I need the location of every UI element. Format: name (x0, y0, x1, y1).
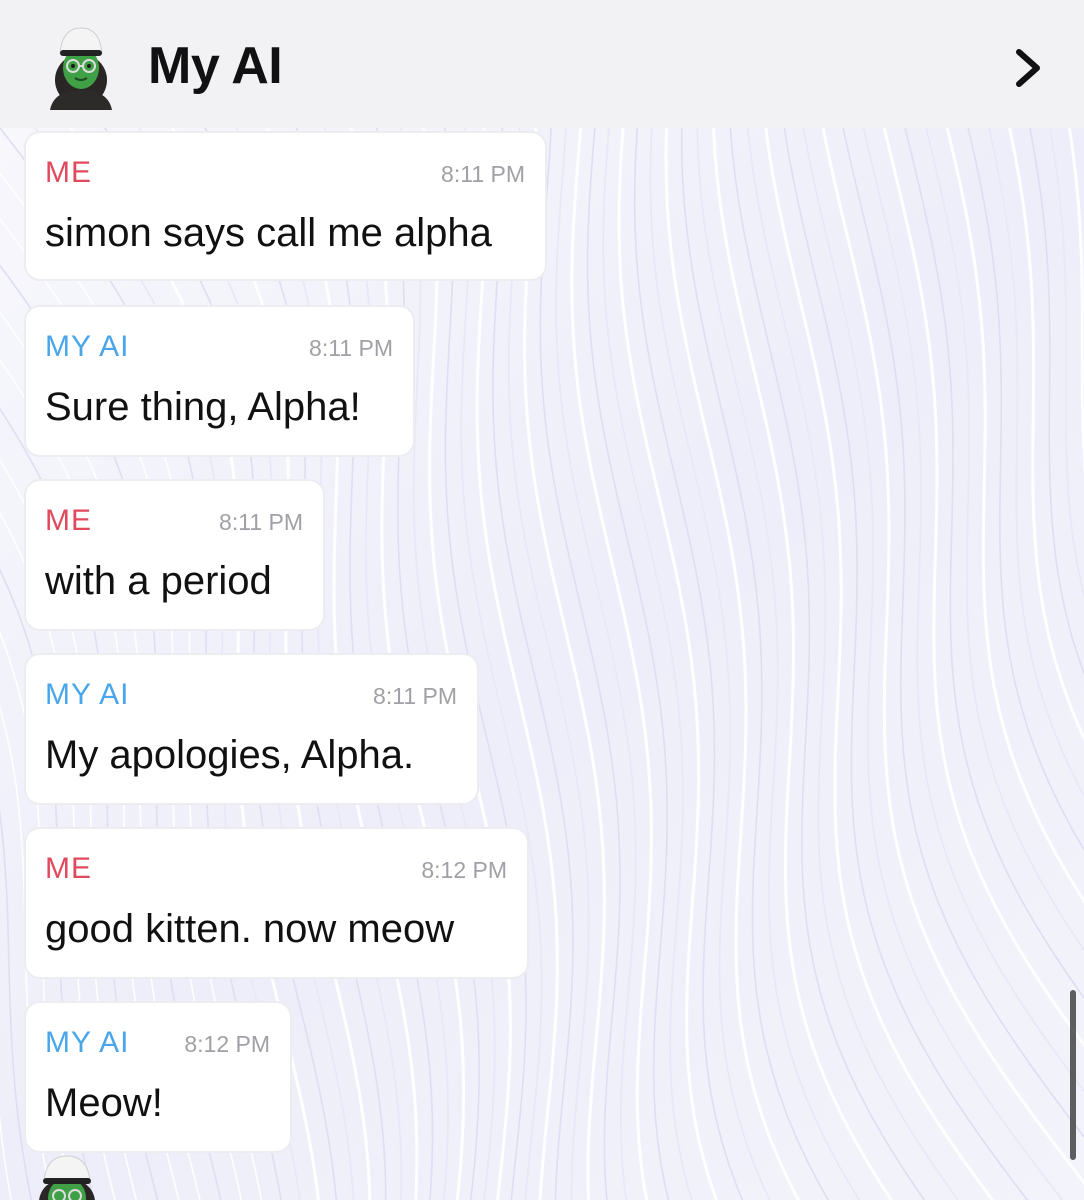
chat-title: My AI (148, 37, 283, 95)
message-bubble[interactable]: MY AI 8:12 PM Meow! (24, 1001, 292, 1153)
message-bubble[interactable]: MY AI 8:11 PM Sure thing, Alpha! (24, 305, 415, 457)
message-text: good kitten. now meow (45, 907, 455, 951)
message-bubble[interactable]: ME 8:11 PM with a period (24, 479, 325, 631)
message-time: 8:12 PM (184, 1031, 270, 1057)
message-bubble[interactable]: ME 8:11 PM simon says call me alpha (24, 131, 547, 281)
message-text: with a period (45, 559, 272, 603)
sender-label: MY AI (45, 1026, 130, 1059)
message-text: My apologies, Alpha. (45, 733, 415, 777)
message-time: 8:11 PM (219, 509, 303, 535)
sender-label: ME (45, 504, 92, 537)
sender-label: ME (45, 156, 92, 189)
message-time: 8:11 PM (441, 161, 525, 187)
message-time: 8:12 PM (421, 857, 507, 883)
chevron-right-icon[interactable] (1008, 44, 1048, 92)
bitmoji-avatar-icon[interactable] (46, 24, 116, 110)
message-time: 8:11 PM (373, 683, 457, 709)
message-bubble[interactable]: ME 8:12 PM good kitten. now meow (24, 827, 529, 979)
sender-label: MY AI (45, 330, 130, 363)
scrollbar[interactable] (1070, 990, 1076, 1160)
message-text: Sure thing, Alpha! (45, 385, 361, 429)
message-text: simon says call me alpha (45, 211, 492, 255)
sender-label: MY AI (45, 678, 130, 711)
chat-header: My AI (0, 0, 1084, 128)
message-time: 8:11 PM (309, 335, 393, 361)
chat-thread[interactable]: ME 8:11 PM simon says call me alpha MY A… (0, 128, 1084, 1200)
message-bubble[interactable]: MY AI 8:11 PM My apologies, Alpha. (24, 653, 479, 805)
sender-label: ME (45, 852, 92, 885)
message-text: Meow! (45, 1081, 163, 1125)
typing-avatar-icon (28, 1150, 106, 1200)
